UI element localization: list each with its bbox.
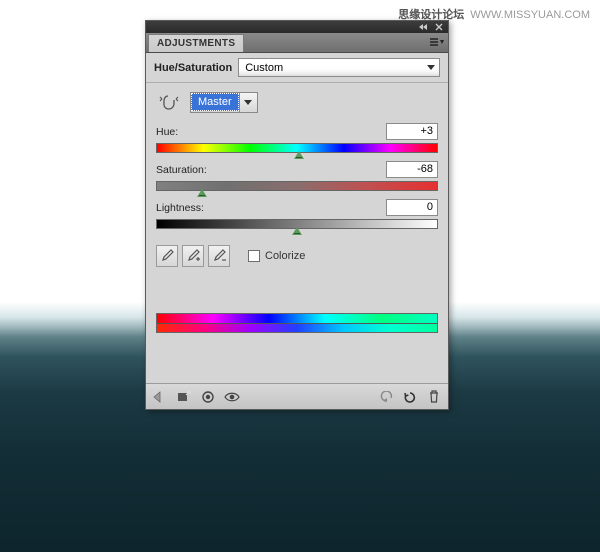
saturation-slider[interactable] [156, 181, 438, 191]
panel-footer [146, 383, 448, 409]
hue-slider-thumb[interactable] [294, 151, 304, 159]
saturation-slider-thumb[interactable] [197, 189, 207, 197]
delete-icon[interactable] [426, 389, 442, 405]
lightness-slider-block: Lightness: 0 [156, 199, 438, 229]
color-range-value: Master [191, 93, 239, 111]
spectrum-top [157, 314, 437, 323]
hue-slider-block: Hue: +3 [156, 123, 438, 153]
tab-bar: ADJUSTMENTS [146, 33, 448, 53]
lightness-slider-thumb[interactable] [292, 227, 302, 235]
chevron-down-icon [427, 65, 435, 70]
saturation-value-input[interactable]: -68 [386, 161, 438, 178]
spectrum-bottom [157, 323, 437, 332]
colorize-label: Colorize [265, 250, 305, 262]
tab-adjustments[interactable]: ADJUSTMENTS [148, 34, 244, 52]
hue-value-input[interactable]: +3 [386, 123, 438, 140]
hue-label: Hue: [156, 126, 178, 138]
color-spectrum [156, 313, 438, 333]
eyedropper-add-tool[interactable] [182, 245, 204, 267]
hue-slider[interactable] [156, 143, 438, 153]
reset-icon[interactable] [402, 389, 418, 405]
targeted-adjustment-tool[interactable] [156, 91, 182, 113]
eyedropper-subtract-tool[interactable] [208, 245, 230, 267]
close-icon[interactable] [434, 23, 444, 31]
collapse-icon[interactable] [418, 23, 428, 31]
adjustment-name-label: Hue/Saturation [154, 62, 232, 74]
preset-row: Hue/Saturation Custom [146, 53, 448, 83]
chevron-down-icon [244, 100, 252, 105]
panel-titlebar[interactable] [146, 21, 448, 33]
preset-value: Custom [245, 62, 283, 74]
adjustments-panel: ADJUSTMENTS Hue/Saturation Custom Master… [145, 20, 449, 410]
lightness-value-input[interactable]: 0 [386, 199, 438, 216]
panel-menu-icon[interactable] [430, 36, 444, 48]
saturation-slider-block: Saturation: -68 [156, 161, 438, 191]
color-range-select[interactable]: Master [190, 92, 258, 113]
checkbox-box [248, 250, 260, 262]
preset-select[interactable]: Custom [238, 58, 440, 77]
back-icon[interactable] [152, 389, 168, 405]
previous-state-icon[interactable] [378, 389, 394, 405]
eyedropper-tool[interactable] [156, 245, 178, 267]
visibility-icon[interactable] [224, 389, 240, 405]
lightness-label: Lightness: [156, 202, 204, 214]
color-range-dropdown-button[interactable] [239, 93, 257, 112]
lightness-slider[interactable] [156, 219, 438, 229]
saturation-label: Saturation: [156, 164, 207, 176]
colorize-checkbox[interactable]: Colorize [248, 250, 305, 262]
clip-to-layer-icon[interactable] [200, 389, 216, 405]
expand-view-icon[interactable] [176, 389, 192, 405]
